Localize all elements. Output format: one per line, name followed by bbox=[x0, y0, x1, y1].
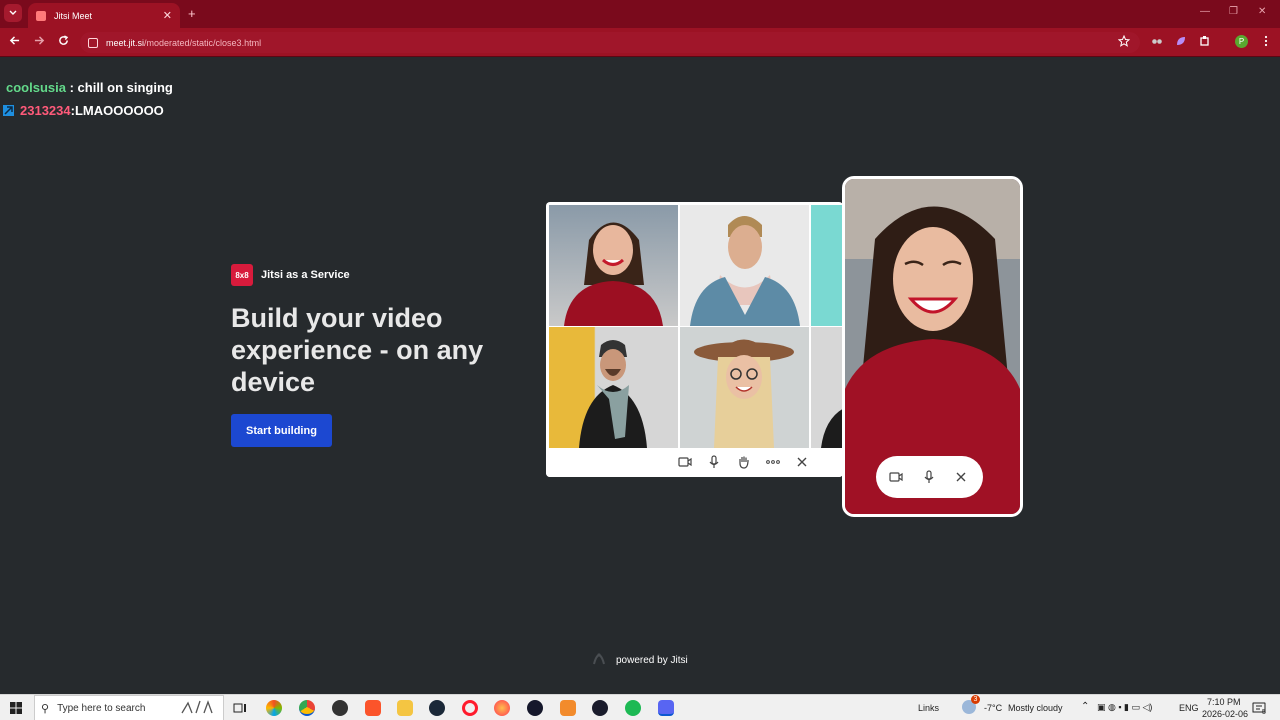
page-headline: Build your video experience - on any dev… bbox=[231, 303, 484, 397]
profile-avatar[interactable]: P bbox=[1235, 35, 1248, 48]
search-placeholder: Type here to search bbox=[57, 702, 146, 714]
microphone-icon[interactable] bbox=[921, 469, 937, 485]
participant-tile bbox=[680, 327, 809, 448]
chevron-up-icon[interactable]: ⌃ bbox=[1081, 701, 1089, 712]
chat-username: coolsusia bbox=[6, 80, 66, 95]
new-tab-button[interactable]: + bbox=[188, 6, 196, 21]
file-explorer-icon[interactable] bbox=[397, 700, 413, 716]
user-badge-icon bbox=[3, 105, 14, 116]
chat-message: coolsusia : chill on singing bbox=[6, 80, 173, 95]
powered-by-text[interactable]: powered by Jitsi bbox=[616, 655, 688, 666]
app-icon[interactable] bbox=[560, 700, 576, 716]
jitsi-favicon-icon bbox=[36, 10, 46, 21]
browser-tab-active[interactable]: Jitsi Meet ✕ bbox=[28, 3, 180, 28]
camera-icon[interactable] bbox=[677, 454, 693, 470]
brand-name: Jitsi as a Service bbox=[261, 269, 350, 281]
spotify-icon[interactable] bbox=[625, 700, 641, 716]
raise-hand-icon[interactable] bbox=[736, 454, 752, 470]
close-tab-icon[interactable]: ✕ bbox=[163, 9, 172, 22]
more-options-icon[interactable] bbox=[765, 454, 781, 470]
hangup-close-icon[interactable] bbox=[794, 454, 810, 470]
camera-icon[interactable] bbox=[888, 469, 904, 485]
extension-glasses-icon[interactable] bbox=[1151, 35, 1163, 47]
links-toolbar[interactable]: Links bbox=[918, 703, 939, 713]
8x8-logo: 8x8 bbox=[231, 264, 253, 286]
app-icon[interactable] bbox=[332, 700, 348, 716]
search-icon: ⚲ bbox=[41, 702, 50, 715]
clock-date[interactable]: 2026-02-06 bbox=[1202, 709, 1248, 719]
chevron-down-icon bbox=[9, 10, 17, 15]
site-info-icon[interactable] bbox=[88, 37, 98, 48]
back-button[interactable] bbox=[6, 34, 22, 49]
extension-leaf-icon[interactable] bbox=[1175, 35, 1187, 47]
language-indicator[interactable]: ENG bbox=[1179, 703, 1199, 713]
tray-icons[interactable]: ▣ ◍ ▪ ▮ ▭ ◁) bbox=[1097, 702, 1152, 713]
bookmark-star-icon[interactable] bbox=[1118, 35, 1130, 47]
jitsi-logo-icon bbox=[593, 653, 605, 665]
weather-desc[interactable]: Mostly cloudy bbox=[1008, 703, 1063, 713]
reload-button[interactable] bbox=[55, 34, 71, 49]
url-host: meet.jit.si bbox=[106, 37, 145, 48]
mobile-call-controls bbox=[876, 456, 983, 498]
maximize-button[interactable]: ❐ bbox=[1229, 6, 1238, 17]
discord-icon[interactable] bbox=[658, 700, 674, 716]
windows-start-icon[interactable] bbox=[10, 702, 22, 714]
arrow-right-icon bbox=[34, 36, 44, 45]
more-menu-icon[interactable] bbox=[1260, 35, 1272, 47]
hangup-close-icon[interactable] bbox=[953, 469, 969, 485]
copilot-icon[interactable] bbox=[266, 700, 282, 716]
steam-icon[interactable] bbox=[429, 700, 445, 716]
participant-man-scarf-icon bbox=[579, 340, 647, 448]
chrome-icon[interactable] bbox=[299, 700, 315, 716]
microphone-icon[interactable] bbox=[706, 454, 722, 470]
clock-time[interactable]: 7:10 PM bbox=[1207, 697, 1241, 707]
firefox-icon[interactable] bbox=[494, 700, 510, 716]
media-player-icon[interactable] bbox=[527, 700, 543, 716]
app-icon[interactable] bbox=[592, 700, 608, 716]
extensions-puzzle-icon[interactable] bbox=[1199, 35, 1211, 47]
participant-woman-hat-icon bbox=[694, 339, 794, 448]
weather-badge: 3 bbox=[971, 695, 980, 704]
chat-text: chill on singing bbox=[77, 80, 173, 95]
windows-taskbar: ⚲ Type here to search Links 3 -7°C Mostl… bbox=[0, 694, 1280, 720]
weather-temp[interactable]: -7°C bbox=[984, 703, 1002, 713]
minimize-button[interactable]: — bbox=[1200, 6, 1210, 17]
participant-woman-red-icon bbox=[564, 222, 663, 326]
notification-count: 5 bbox=[1262, 709, 1266, 716]
participant-tile bbox=[811, 205, 843, 326]
meeting-toolbar bbox=[546, 448, 843, 477]
url-path: /moderated/static/close3.html bbox=[144, 37, 262, 48]
tab-search-button[interactable] bbox=[4, 4, 22, 22]
arrow-left-icon bbox=[9, 36, 19, 45]
browser-tab-bar: Jitsi Meet ✕ + — ❐ ✕ bbox=[0, 0, 1280, 28]
chat-text: LMAOOOOOO bbox=[74, 103, 164, 118]
tab-title: Jitsi Meet bbox=[54, 10, 93, 21]
reload-icon bbox=[58, 35, 68, 45]
opera-icon[interactable] bbox=[462, 700, 478, 716]
forward-button[interactable] bbox=[31, 34, 47, 49]
chat-username: 2313234 bbox=[20, 103, 71, 118]
browser-toolbar: meet.jit.si/moderated/static/close3.html bbox=[0, 28, 1280, 57]
participant-tile bbox=[811, 327, 843, 448]
task-view-icon[interactable] bbox=[232, 700, 248, 716]
address-bar[interactable]: meet.jit.si/moderated/static/close3.html bbox=[80, 32, 1140, 53]
participant-man-denim-icon bbox=[690, 216, 800, 326]
brave-icon[interactable] bbox=[365, 700, 381, 716]
mobile-call-illustration bbox=[842, 176, 1023, 517]
participant-tile bbox=[549, 327, 678, 448]
participant-tile bbox=[549, 205, 678, 326]
search-highlight-icon[interactable] bbox=[180, 699, 220, 715]
close-window-button[interactable]: ✕ bbox=[1258, 6, 1266, 17]
video-grid-illustration bbox=[546, 202, 843, 477]
participant-tile bbox=[680, 205, 809, 326]
chat-message: 2313234 : LMAOOOOOO bbox=[3, 103, 164, 118]
start-building-button[interactable]: Start building bbox=[231, 414, 332, 447]
